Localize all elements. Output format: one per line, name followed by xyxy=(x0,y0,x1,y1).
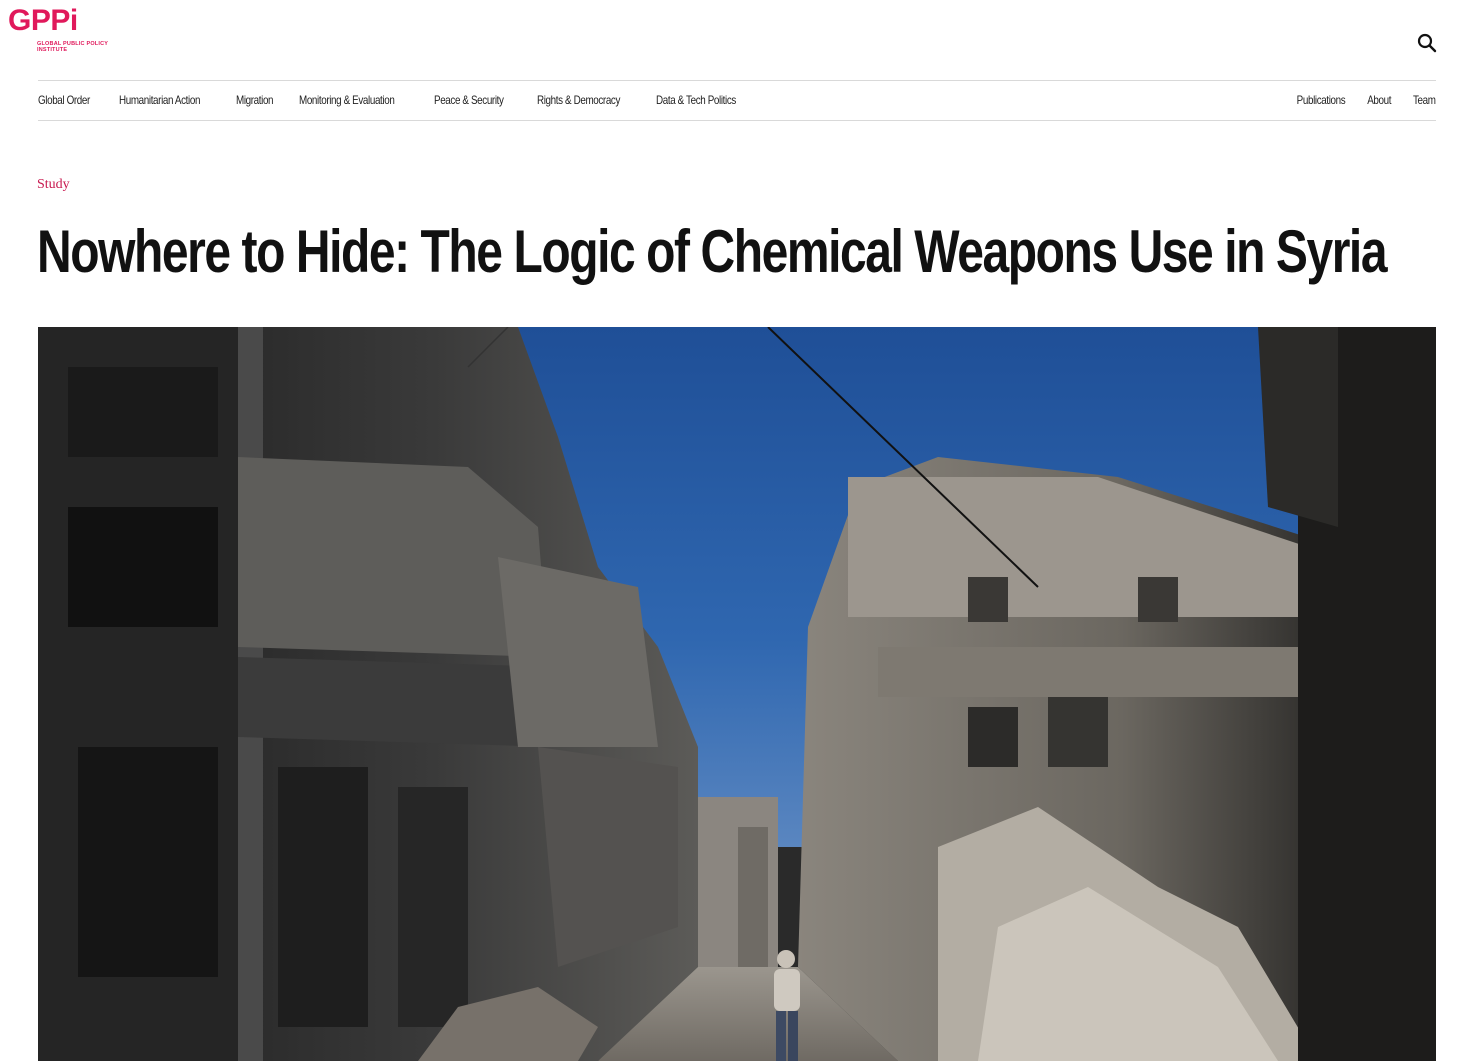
article-title: Nowhere to Hide: The Logic of Chemical W… xyxy=(37,218,1388,285)
nav-link-global-order[interactable]: Global Order xyxy=(38,93,90,107)
topic-nav: Global Order Humanitarian Action Migrati… xyxy=(38,91,771,109)
nav-item-humanitarian-action: Humanitarian Action xyxy=(119,91,218,109)
nav-item-publications: Publications xyxy=(1286,91,1346,109)
nav-item-team: Team xyxy=(1408,91,1436,109)
nav-link-monitoring-evaluation[interactable]: Monitoring & Evaluation xyxy=(299,93,395,107)
nav-link-humanitarian-action[interactable]: Humanitarian Action xyxy=(119,93,200,107)
page: GPPi GLOBAL PUBLIC POLICY INSTITUTE Glob… xyxy=(0,0,1471,1061)
main-navigation: Global Order Humanitarian Action Migrati… xyxy=(38,80,1436,120)
nav-item-rights-democracy: Rights & Democracy xyxy=(537,91,638,109)
nav-item-peace-security: Peace & Security xyxy=(434,91,519,109)
search-icon xyxy=(1417,33,1437,53)
nav-bottom-divider xyxy=(38,120,1436,121)
nav-item-about: About xyxy=(1362,91,1392,109)
destroyed-street-photo xyxy=(38,327,1436,1061)
logo-subtitle: GLOBAL PUBLIC POLICY INSTITUTE xyxy=(37,41,109,53)
nav-item-data-tech-politics: Data & Tech Politics xyxy=(656,91,754,109)
nav-link-publications[interactable]: Publications xyxy=(1297,93,1346,107)
nav-item-monitoring-evaluation: Monitoring & Evaluation xyxy=(299,91,415,109)
nav-link-about[interactable]: About xyxy=(1368,93,1392,107)
logo-wordmark: GPPi xyxy=(8,4,78,37)
nav-item-migration: Migration xyxy=(236,91,281,109)
nav-item-global-order: Global Order xyxy=(38,91,101,109)
nav-link-rights-democracy[interactable]: Rights & Democracy xyxy=(537,93,620,107)
article-type-label[interactable]: Study xyxy=(37,177,70,193)
nav-link-data-tech-politics[interactable]: Data & Tech Politics xyxy=(656,93,736,107)
nav-link-migration[interactable]: Migration xyxy=(236,93,274,107)
gppi-logo[interactable]: GPPi GLOBAL PUBLIC POLICY INSTITUTE xyxy=(8,6,128,58)
hero-image xyxy=(38,327,1436,1061)
site-nav: Publications About Team xyxy=(1269,91,1437,109)
search-button[interactable] xyxy=(1417,33,1437,53)
nav-link-team[interactable]: Team xyxy=(1413,93,1436,107)
nav-link-peace-security[interactable]: Peace & Security xyxy=(434,93,504,107)
